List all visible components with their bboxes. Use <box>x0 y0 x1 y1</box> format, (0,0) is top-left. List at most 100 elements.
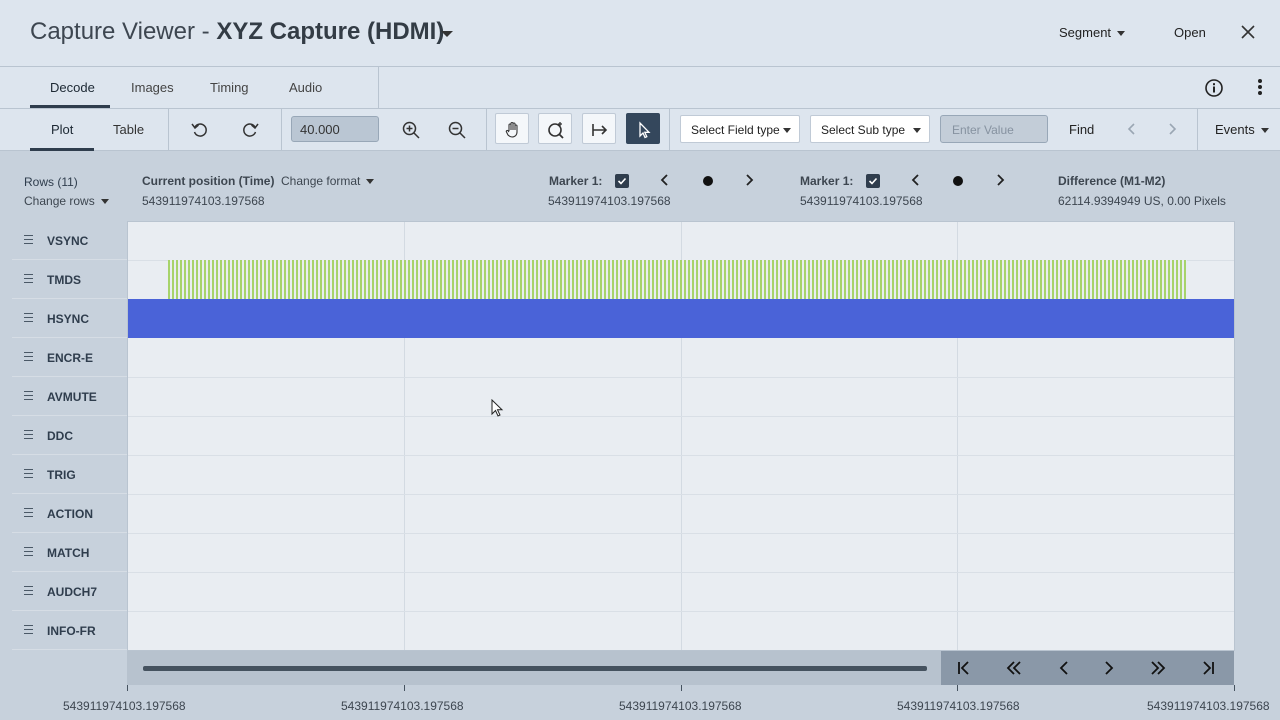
drag-handle-icon[interactable] <box>24 508 33 517</box>
fast-rewind-icon[interactable] <box>1006 660 1022 676</box>
redo-icon[interactable] <box>240 120 260 140</box>
title-prefix: Capture Viewer - <box>30 18 217 45</box>
row-label-tmds[interactable]: TMDS <box>12 260 128 299</box>
tab-decode[interactable]: Decode <box>50 80 95 95</box>
capture-dropdown-icon[interactable] <box>441 31 453 37</box>
pan-tool-button[interactable] <box>495 113 529 144</box>
go-to-end-icon[interactable] <box>1200 660 1216 676</box>
fast-forward-icon[interactable] <box>1150 660 1166 676</box>
row-name: AUDCH7 <box>47 585 98 599</box>
axis-label: 543911974103.197568 <box>63 699 186 713</box>
marker1-checkbox[interactable] <box>615 174 629 188</box>
title-bar: Capture Viewer - XYZ Capture (HDMI) Segm… <box>0 0 1280 67</box>
drag-handle-icon[interactable] <box>24 391 33 400</box>
row-label-action[interactable]: ACTION <box>12 494 128 533</box>
axis-tick <box>127 685 128 691</box>
change-format-dropdown[interactable]: Change format <box>281 174 375 188</box>
select-tool-button[interactable] <box>626 113 660 144</box>
marker2-set-icon[interactable] <box>953 176 963 186</box>
find-button[interactable]: Find <box>1069 122 1094 137</box>
drag-handle-icon[interactable] <box>24 547 33 556</box>
hand-icon <box>505 121 518 138</box>
step-back-icon[interactable] <box>1056 660 1072 676</box>
tab-table[interactable]: Table <box>113 122 144 137</box>
current-position-label: Current position (Time) <box>142 174 275 188</box>
sub-type-select[interactable]: Select Sub type <box>810 115 930 143</box>
marker2-prev-icon[interactable] <box>910 173 922 187</box>
find-next-icon[interactable] <box>1166 122 1178 136</box>
info-icon[interactable] <box>1204 78 1224 98</box>
active-view-indicator <box>30 148 94 151</box>
go-to-start-icon[interactable] <box>956 660 972 676</box>
marker2-next-icon[interactable] <box>994 173 1006 187</box>
close-icon[interactable] <box>1240 24 1256 40</box>
tab-audio[interactable]: Audio <box>289 80 322 95</box>
timeline-scrollbar[interactable] <box>127 651 941 685</box>
current-position-value: 543911974103.197568 <box>142 194 265 208</box>
field-type-select[interactable]: Select Field type <box>680 115 800 143</box>
row-name: ENCR-E <box>47 351 94 365</box>
change-format-label: Change format <box>281 174 361 188</box>
row-label-vsync[interactable]: VSYNC <box>12 221 128 260</box>
row-label-encr-e[interactable]: ENCR-E <box>12 338 128 377</box>
row-name: INFO-FR <box>47 624 96 638</box>
marker1-set-icon[interactable] <box>703 176 713 186</box>
axis-label: 543911974103.197568 <box>1147 699 1270 713</box>
scrollbar-thumb[interactable] <box>143 666 927 671</box>
capture-name[interactable]: XYZ Capture (HDMI) <box>216 18 444 45</box>
row-divider <box>128 572 1234 573</box>
drag-handle-icon[interactable] <box>24 352 33 361</box>
drag-handle-icon[interactable] <box>24 625 33 634</box>
undo-icon[interactable] <box>190 120 210 140</box>
timeline-navigation <box>941 651 1234 685</box>
row-label-match[interactable]: MATCH <box>12 533 128 572</box>
segment-dropdown[interactable]: Segment <box>1059 25 1126 40</box>
drag-handle-icon[interactable] <box>24 313 33 322</box>
row-label-avmute[interactable]: AVMUTE <box>12 377 128 416</box>
axis-tick <box>1234 685 1235 691</box>
change-rows-dropdown[interactable]: Change rows <box>24 194 109 208</box>
drag-handle-icon[interactable] <box>24 235 33 244</box>
check-icon <box>868 177 878 185</box>
zoom-area-icon <box>548 122 564 139</box>
hsync-signal-trace <box>128 299 1234 338</box>
zoom-level-input[interactable]: 40.000 <box>291 116 379 142</box>
find-previous-icon[interactable] <box>1126 122 1138 136</box>
change-rows-label: Change rows <box>24 194 95 208</box>
tab-images[interactable]: Images <box>131 80 174 95</box>
signal-plot-area[interactable] <box>127 221 1235 651</box>
row-name: TMDS <box>47 273 81 287</box>
zoom-in-icon[interactable] <box>401 120 421 140</box>
row-label-ddc[interactable]: DDC <box>12 416 128 455</box>
row-label-trig[interactable]: TRIG <box>12 455 128 494</box>
marker2-checkbox[interactable] <box>866 174 880 188</box>
pointer-icon <box>639 121 651 139</box>
more-options-icon[interactable] <box>1256 79 1264 95</box>
row-label-audch7[interactable]: AUDCH7 <box>12 572 128 611</box>
zoom-select-tool-button[interactable] <box>538 113 572 144</box>
marker1-prev-icon[interactable] <box>659 173 671 187</box>
axis-label: 543911974103.197568 <box>619 699 742 713</box>
marker1-next-icon[interactable] <box>743 173 755 187</box>
sub-type-label: Select Sub type <box>821 123 906 137</box>
events-dropdown[interactable]: Events <box>1215 122 1269 137</box>
zoom-out-icon[interactable] <box>447 120 467 140</box>
segment-label: Segment <box>1059 25 1112 40</box>
drag-handle-icon[interactable] <box>24 430 33 439</box>
search-value-input[interactable]: Enter Value <box>940 115 1048 143</box>
main-tabs-bar: Decode Images Timing Audio <box>0 67 1280 109</box>
row-divider <box>128 416 1234 417</box>
jump-to-marker-button[interactable] <box>582 113 616 144</box>
chevron-down-icon <box>1117 31 1126 37</box>
open-button[interactable]: Open <box>1174 25 1206 40</box>
tab-plot[interactable]: Plot <box>51 122 73 137</box>
drag-handle-icon[interactable] <box>24 274 33 283</box>
drag-handle-icon[interactable] <box>24 469 33 478</box>
row-label-info-fr[interactable]: INFO-FR <box>12 611 128 650</box>
tab-timing[interactable]: Timing <box>210 80 249 95</box>
row-divider <box>128 611 1234 612</box>
row-label-hsync[interactable]: HSYNC <box>12 299 128 338</box>
step-forward-icon[interactable] <box>1101 660 1117 676</box>
drag-handle-icon[interactable] <box>24 586 33 595</box>
marker1-label: Marker 1: <box>549 174 603 188</box>
